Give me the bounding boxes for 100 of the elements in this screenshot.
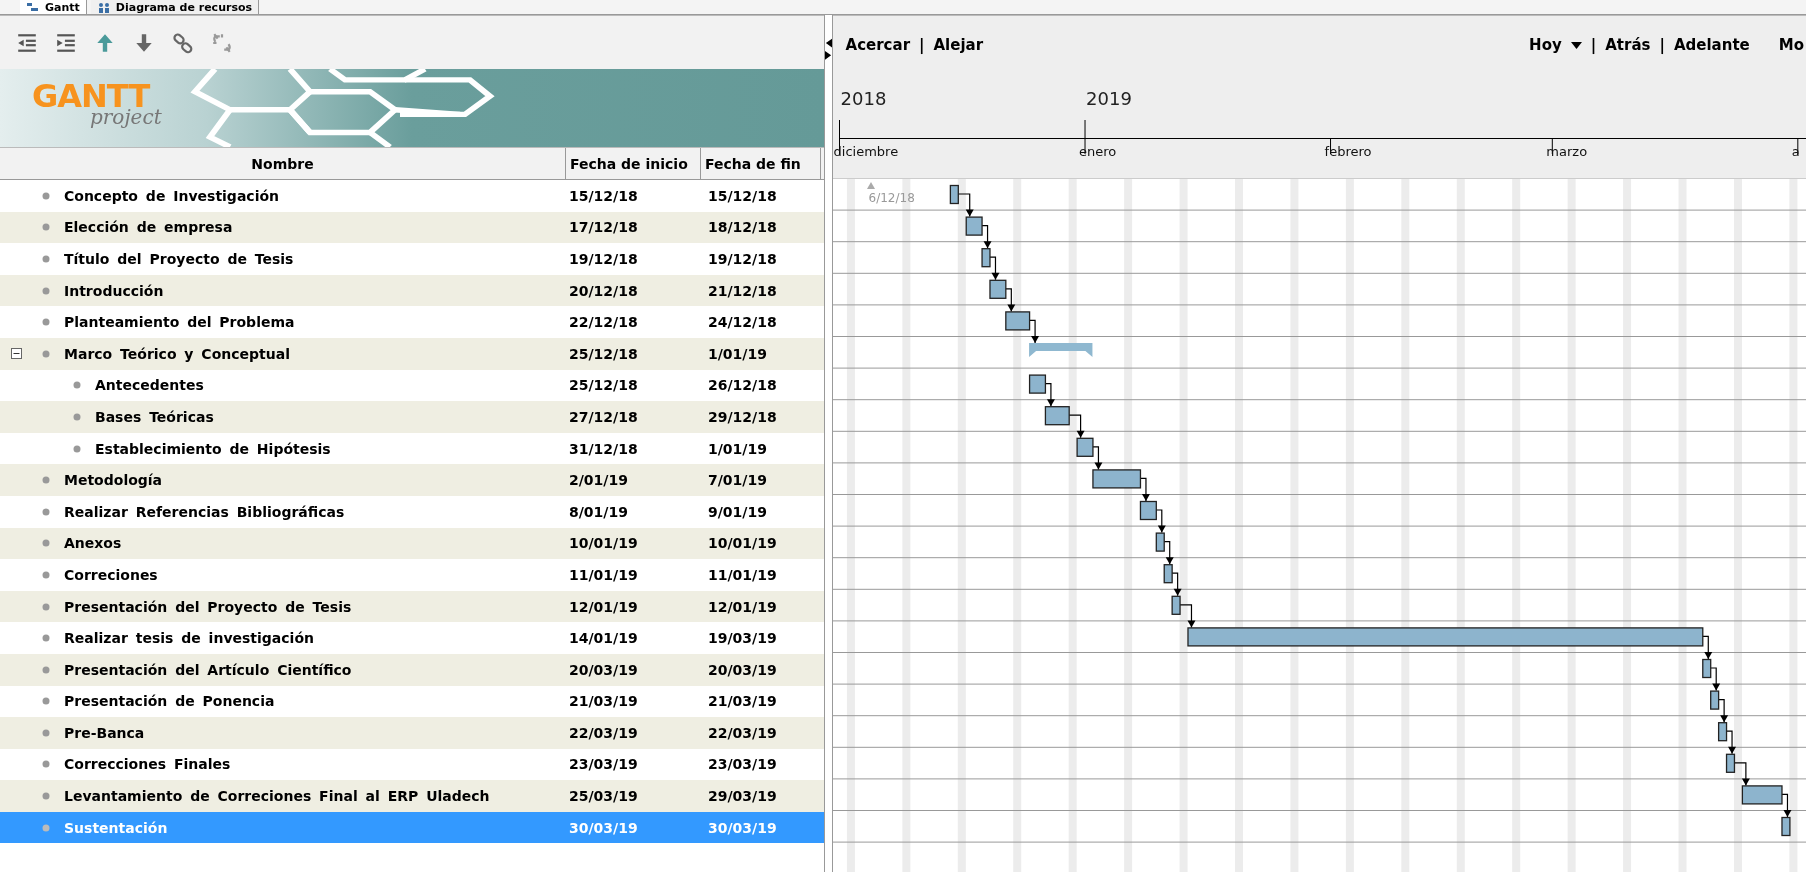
task-bar[interactable]	[1709, 690, 1719, 710]
end-date: 18/12/18	[707, 219, 777, 236]
view-tab[interactable]: Gantt	[20, 0, 87, 14]
start-date: 25/12/18	[568, 377, 638, 394]
task-name: Metodología	[64, 472, 163, 489]
dependency-arrow	[1780, 793, 1792, 818]
task-row[interactable]: Bases Teóricas 27/12/18 29/12/18	[0, 401, 824, 433]
collapse-icon[interactable]	[11, 348, 22, 360]
back-link[interactable]: Atrás	[1605, 36, 1651, 54]
indent-icon[interactable]	[55, 31, 77, 54]
task-row[interactable]: Levantamiento de Correciones Final al ERP Uladech 25/03/19 29/03/19	[0, 780, 824, 812]
today-dropdown[interactable]: Hoy	[1529, 36, 1562, 54]
bullet-icon	[42, 476, 50, 485]
bullet-icon	[42, 728, 50, 737]
more-link[interactable]: Mo	[1778, 36, 1804, 54]
task-row[interactable]: Marco Teórico y Conceptual 25/12/18 1/01/19	[0, 337, 824, 370]
task-row[interactable]: Concepto de Investigación 15/12/18 15/12/18	[0, 180, 824, 212]
task-bar[interactable]	[1139, 500, 1157, 521]
task-row[interactable]: Título del Proyecto de Tesis 19/12/18 19/12/18	[0, 243, 824, 275]
task-row[interactable]: Correciones 11/01/19 11/01/19	[0, 559, 824, 591]
month-label: enero	[1079, 144, 1117, 159]
task-row[interactable]: Elección de empresa 17/12/18 18/12/18	[0, 211, 824, 244]
task-row[interactable]: Correcciones Finales 23/03/19 23/03/19	[0, 748, 824, 781]
task-name: Correciones	[64, 566, 158, 583]
task-bar[interactable]	[1155, 532, 1165, 552]
task-bar[interactable]	[1028, 374, 1046, 394]
end-date: 1/01/19	[707, 345, 767, 362]
task-name: Antecedentes	[95, 377, 204, 394]
task-bar[interactable]	[988, 279, 1006, 299]
task-bar[interactable]	[1076, 437, 1094, 457]
end-date: 1/01/19	[707, 440, 767, 457]
task-name: Presentación de Ponencia	[64, 693, 275, 710]
task-bar[interactable]	[1741, 785, 1783, 805]
bullet-icon	[42, 318, 50, 327]
task-bar[interactable]	[949, 184, 959, 205]
column-header[interactable]: Fecha de inicio	[566, 148, 701, 179]
task-row[interactable]: Realizar tesis de investigación 14/01/19 19/03/19	[0, 622, 824, 654]
start-date: 19/12/18	[568, 251, 638, 267]
task-row[interactable]: Realizar Referencias Bibliográficas 8/01/19 9/01/19	[0, 495, 824, 528]
task-bar[interactable]	[1725, 753, 1735, 773]
view-tab[interactable]: Diagrama de recursos	[90, 0, 260, 14]
bullet-icon	[42, 697, 50, 706]
end-date: 15/12/18	[707, 187, 777, 204]
task-bar[interactable]	[1780, 816, 1791, 837]
dependency-arrow	[1004, 288, 1015, 312]
start-date: 20/03/19	[568, 661, 638, 678]
task-row[interactable]: Planteamiento del Problema 22/12/18 24/12/18	[0, 306, 824, 338]
task-bar[interactable]	[1717, 722, 1727, 742]
unlink-icon[interactable]	[211, 31, 233, 54]
month-label: febrero	[1324, 144, 1372, 159]
link-icon[interactable]	[172, 31, 194, 54]
end-date: 29/03/19	[707, 788, 777, 805]
start-date: 25/12/18	[568, 345, 638, 362]
forward-link[interactable]: Adelante	[1673, 36, 1750, 54]
task-row[interactable]: Introducción 20/12/18 21/12/18	[0, 274, 824, 307]
bullet-icon	[42, 760, 50, 769]
end-date: 19/03/19	[707, 630, 777, 647]
end-date: 29/12/18	[707, 408, 777, 425]
zoom-out-link[interactable]: Alejar	[933, 36, 984, 54]
task-bar[interactable]	[1701, 658, 1711, 679]
zoom-in-link[interactable]: Acercar	[845, 36, 911, 54]
column-header[interactable]: Fecha de fin	[701, 148, 821, 179]
start-date: 15/12/18	[568, 187, 638, 204]
task-row[interactable]: Establecimiento de Hipótesis 31/12/18 1/01/19	[0, 432, 824, 465]
task-row[interactable]: Anexos 10/01/19 10/01/19	[0, 527, 824, 560]
task-row[interactable]: Presentación de Ponencia 21/03/19 21/03/19	[0, 685, 824, 718]
task-name: Establecimiento de Hipótesis	[95, 440, 331, 457]
end-date: 21/03/19	[707, 693, 777, 710]
task-bar[interactable]	[1163, 564, 1173, 584]
task-row[interactable]: Presentación del Artículo Científico 20/03/19 20/03/19	[0, 653, 824, 686]
bullet-icon	[42, 665, 50, 674]
task-row[interactable]: Pre-Banca 22/03/19 22/03/19	[0, 717, 824, 749]
year-label: 2018	[840, 88, 887, 109]
dependency-arrow	[1709, 667, 1720, 692]
task-name: Elección de empresa	[64, 219, 233, 236]
task-row[interactable]: Antecedentes 25/12/18 26/12/18	[0, 369, 824, 402]
bullet-icon	[42, 602, 50, 611]
end-date: 11/01/19	[707, 566, 777, 583]
task-bar[interactable]	[1044, 406, 1070, 426]
dependency-arrow	[956, 193, 974, 218]
caret-icon[interactable]	[1570, 41, 1582, 49]
end-date: 21/12/18	[707, 282, 777, 299]
bullet-icon	[42, 570, 50, 579]
task-bar[interactable]	[1004, 311, 1030, 331]
dependency-arrow	[1091, 446, 1102, 470]
end-date: 23/03/19	[707, 756, 777, 773]
outdent-icon[interactable]	[16, 31, 38, 54]
bullet-icon	[42, 223, 50, 232]
dependency-arrow	[1717, 699, 1728, 723]
dependency-arrow	[1028, 319, 1039, 344]
gantt-icon	[26, 1, 40, 13]
separator: |	[1659, 36, 1665, 54]
bullet-icon	[42, 507, 50, 516]
column-header[interactable]: Nombre	[0, 148, 566, 179]
task-row[interactable]: Metodología 2/01/19 7/01/19	[0, 464, 824, 496]
task-row[interactable]: Presentación del Proyecto de Tesis 12/01/19 12/01/19	[0, 590, 824, 623]
task-bar[interactable]	[980, 248, 991, 268]
start-date: 17/12/18	[568, 219, 638, 236]
task-bar[interactable]	[1171, 595, 1181, 615]
task-name: Introducción	[64, 282, 164, 299]
